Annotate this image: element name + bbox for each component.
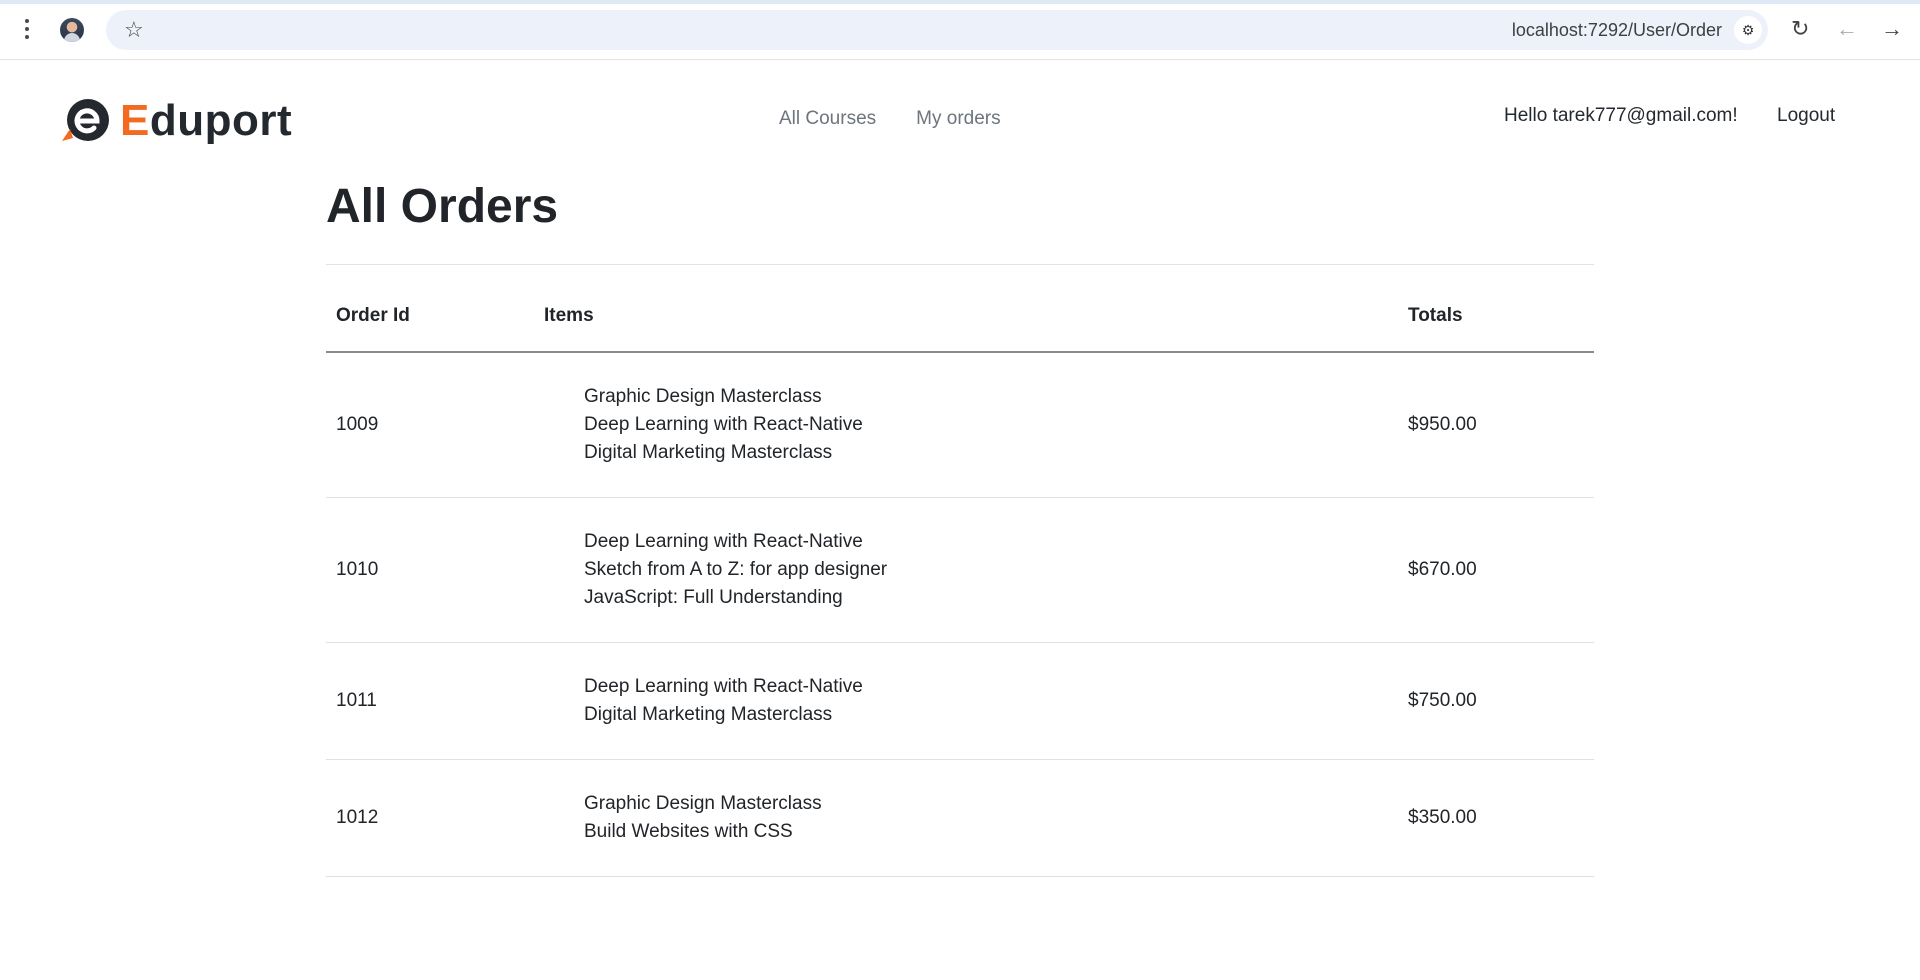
order-id-cell: 1011 — [326, 642, 534, 760]
browser-toolbar: ☆ localhost:7292/User/Order ⚙ ↻ ← → — [0, 0, 1920, 60]
eduport-logo[interactable]: Eduport — [60, 96, 292, 146]
order-items-list: Graphic Design Masterclass Build Website… — [544, 790, 1388, 846]
nav-my-orders[interactable]: My orders — [916, 106, 1000, 132]
order-total-cell: $750.00 — [1398, 642, 1594, 760]
logout-link[interactable]: Logout — [1777, 103, 1835, 129]
order-item: Deep Learning with React-Native — [584, 675, 863, 697]
order-item: Deep Learning with React-Native — [584, 413, 863, 435]
order-item: Graphic Design Masterclass — [584, 792, 822, 814]
column-header-totals: Totals — [1398, 295, 1594, 353]
site-settings-icon[interactable]: ⚙ — [1734, 16, 1762, 44]
order-items-cell: Deep Learning with React-Native Sketch f… — [534, 497, 1398, 643]
profile-avatar[interactable] — [60, 18, 84, 42]
order-id-cell: 1012 — [326, 759, 534, 877]
order-item: Deep Learning with React-Native — [584, 530, 863, 552]
user-greeting[interactable]: Hello tarek777@gmail.com! — [1504, 103, 1738, 129]
orders-section: All Orders Order Id Items Totals 1009 Gr… — [326, 178, 1594, 877]
order-id-cell: 1010 — [326, 497, 534, 643]
reload-icon[interactable]: ↻ — [1791, 16, 1809, 42]
forward-arrow-icon[interactable]: → — [1881, 16, 1903, 42]
orders-table: Order Id Items Totals 1009 Graphic Desig… — [326, 295, 1594, 877]
order-item: Digital Marketing Masterclass — [584, 441, 833, 463]
order-total-cell: $670.00 — [1398, 497, 1594, 643]
tab-strip-edge — [0, 0, 1920, 4]
order-items-cell: Graphic Design Masterclass Build Website… — [534, 759, 1398, 877]
table-header-row: Order Id Items Totals — [326, 295, 1594, 353]
order-items-list: Deep Learning with React-Native Digital … — [544, 673, 1388, 729]
address-bar[interactable]: ☆ localhost:7292/User/Order ⚙ — [106, 10, 1768, 50]
order-item: Digital Marketing Masterclass — [584, 703, 833, 725]
bookmark-star-icon[interactable]: ☆ — [124, 18, 144, 42]
order-total-cell: $350.00 — [1398, 759, 1594, 877]
title-divider — [326, 264, 1594, 265]
order-item: Graphic Design Masterclass — [584, 385, 822, 407]
column-header-items: Items — [534, 295, 1398, 353]
order-items-list: Deep Learning with React-Native Sketch f… — [544, 528, 1388, 612]
browser-menu-icon[interactable] — [17, 17, 37, 41]
column-header-order-id: Order Id — [326, 295, 534, 353]
address-bar-url[interactable]: localhost:7292/User/Order — [1512, 20, 1722, 40]
table-row: 1011 Deep Learning with React-Native Dig… — [326, 642, 1594, 760]
page-title: All Orders — [326, 180, 559, 233]
eduport-logo-icon — [60, 97, 112, 145]
order-item: JavaScript: Full Understanding — [584, 586, 843, 608]
order-items-cell: Deep Learning with React-Native Digital … — [534, 642, 1398, 760]
back-arrow-icon[interactable]: ← — [1836, 16, 1858, 42]
order-items-list: Graphic Design Masterclass Deep Learning… — [544, 383, 1388, 467]
order-id-cell: 1009 — [326, 352, 534, 498]
table-row: 1012 Graphic Design Masterclass Build We… — [326, 759, 1594, 877]
order-item: Sketch from A to Z: for app designer — [584, 558, 888, 580]
table-row: 1009 Graphic Design Masterclass Deep Lea… — [326, 352, 1594, 498]
order-total-cell: $950.00 — [1398, 352, 1594, 498]
nav-all-courses[interactable]: All Courses — [779, 106, 876, 132]
order-items-cell: Graphic Design Masterclass Deep Learning… — [534, 352, 1398, 498]
order-item: Build Websites with CSS — [584, 820, 793, 842]
eduport-logo-text: Eduport — [120, 96, 293, 145]
main-nav: All Courses My orders — [779, 106, 1001, 132]
table-row: 1010 Deep Learning with React-Native Ske… — [326, 497, 1594, 643]
